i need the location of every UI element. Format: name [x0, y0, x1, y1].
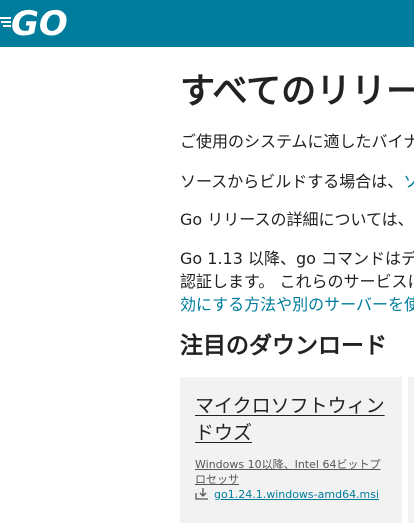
source-build-text: ソースからビルドする場合は、: [180, 172, 404, 191]
download-icon: [195, 488, 208, 500]
module-auth-line-3: 効にする方法や別のサーバーを使: [180, 293, 414, 316]
page-title: すべてのリリース: [180, 72, 414, 112]
download-file-link[interactable]: go1.24.1.windows-amd64.msi: [195, 487, 379, 503]
featured-download-card-windows[interactable]: マイクロソフトウィンドウズ Windows 10以降、Intel 64ビットプロ…: [180, 377, 402, 523]
source-build-link[interactable]: ソ: [403, 172, 414, 191]
card-subtitle: Windows 10以降、Intel 64ビットプロセッサ: [195, 458, 381, 486]
module-auth-link[interactable]: 効にする方法や別のサーバーを使: [180, 295, 414, 314]
release-details-paragraph: Go リリースの詳細については、: [180, 210, 414, 229]
intro-paragraph: ご使用のシステムに適したバイナリ: [180, 132, 414, 151]
download-file-name[interactable]: go1.24.1.windows-amd64.msi: [214, 488, 379, 501]
logo-text: GO: [11, 4, 68, 40]
site-header: GO: [0, 0, 414, 47]
source-build-paragraph: ソースからビルドする場合は、ソ: [180, 170, 414, 193]
card-title[interactable]: マイクロソフトウィンドウズ: [195, 393, 395, 447]
go-logo-icon: GO: [0, 4, 68, 44]
go-logo-link[interactable]: GO: [0, 4, 82, 44]
featured-downloads-heading: 注目のダウンロード: [180, 333, 387, 359]
page: GO すべてのリリース ご使用のシステムに適したバイナリ ソースからビルドする場…: [0, 0, 414, 523]
next-download-card[interactable]: [408, 377, 414, 523]
module-auth-line-2: 認証します。 これらのサービスに: [180, 272, 414, 291]
module-auth-line-1: Go 1.13 以降、go コマンドはデフォ: [180, 249, 414, 268]
